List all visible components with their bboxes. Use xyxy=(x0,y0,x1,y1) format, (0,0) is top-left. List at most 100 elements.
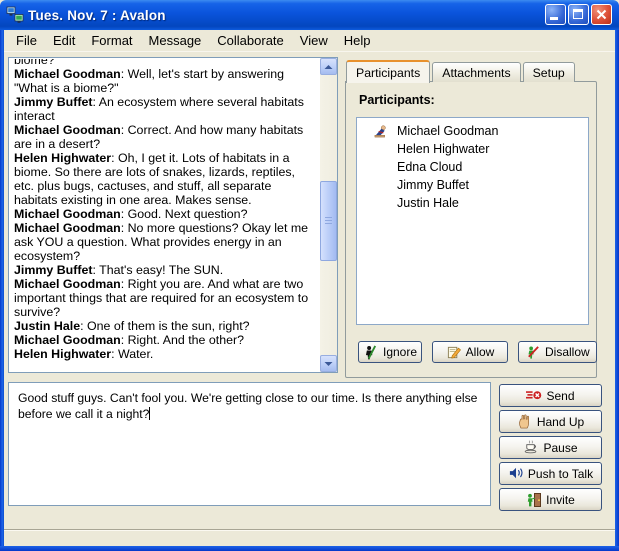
tab[interactable]: Attachments xyxy=(432,62,520,82)
moderation-buttons: Ignore Allow Disallow xyxy=(358,341,597,363)
action-button[interactable]: Send xyxy=(499,384,602,407)
message-author: Michael Goodman xyxy=(14,333,121,347)
moderation-button[interactable]: Disallow xyxy=(518,341,597,363)
message-author: Justin Hale xyxy=(14,319,80,333)
participants-heading: Participants: xyxy=(359,93,435,107)
menu-item[interactable]: Edit xyxy=(45,31,83,50)
window-title: Tues. Nov. 7 : Avalon xyxy=(28,8,166,23)
message-separator: : xyxy=(111,347,118,361)
action-button[interactable]: Push to Talk xyxy=(499,462,602,485)
invite-icon xyxy=(526,492,542,507)
chat-message: Michael Goodman: Right. And the other? xyxy=(14,333,312,347)
scroll-down-icon xyxy=(324,361,333,367)
menu-bar: File Edit Format Message Collaborate Vie… xyxy=(4,30,615,52)
participant-icon-cell xyxy=(373,141,397,157)
tab[interactable]: Setup xyxy=(523,62,575,82)
window-frame-right xyxy=(615,30,619,551)
button-label: Disallow xyxy=(545,345,590,359)
participant-name: Jimmy Buffet xyxy=(397,178,469,192)
participant-row[interactable]: Edna Cloud xyxy=(357,158,588,176)
scroll-down-button[interactable] xyxy=(320,355,337,372)
titlebar[interactable]: Tues. Nov. 7 : Avalon xyxy=(0,0,619,30)
chat-message: Michael Goodman: No more questions? Okay… xyxy=(14,221,312,263)
chat-message: Michael Goodman: Well, let's start by an… xyxy=(14,67,312,95)
message-separator: : xyxy=(111,151,118,165)
tab[interactable]: Participants xyxy=(346,60,430,83)
menu-item[interactable]: Format xyxy=(83,31,140,50)
message-author: Michael Goodman xyxy=(14,123,121,137)
chat-message: Michael Goodman: Right you are. And what… xyxy=(14,277,312,319)
message-separator: : xyxy=(121,207,128,221)
moderation-button[interactable]: Ignore xyxy=(358,341,422,363)
chat-message: Helen Highwater: Oh, I get it. Lots of h… xyxy=(14,151,312,207)
message-text: Right. And the other? xyxy=(128,333,244,347)
participant-row[interactable]: Michael Goodman xyxy=(357,122,588,140)
chat-message: Michael Goodman: Correct. And how many h… xyxy=(14,123,312,151)
menu-item[interactable]: Message xyxy=(141,31,210,50)
chat-message: Jimmy Buffet: That's easy! The SUN. xyxy=(14,263,312,277)
participant-row[interactable]: Jimmy Buffet xyxy=(357,176,588,194)
action-button[interactable]: Pause xyxy=(499,436,602,459)
allow-icon xyxy=(446,345,462,360)
participant-name: Edna Cloud xyxy=(397,160,462,174)
menu-item[interactable]: Collaborate xyxy=(209,31,292,50)
button-label: Allow xyxy=(466,345,495,359)
message-text: Good. Next question? xyxy=(128,207,248,221)
action-button[interactable]: Invite xyxy=(499,488,602,511)
scroll-up-button[interactable] xyxy=(320,58,337,75)
button-label: Hand Up xyxy=(537,415,584,429)
message-author: Jimmy Buffet xyxy=(14,263,93,277)
participant-icon-cell xyxy=(373,195,397,211)
message-input-text: Good stuff guys. Can't fool you. We're g… xyxy=(18,391,477,421)
chat-message: Jimmy Buffet: An ecosystem where several… xyxy=(14,95,312,123)
message-input[interactable]: Good stuff guys. Can't fool you. We're g… xyxy=(8,382,491,506)
minimize-icon xyxy=(550,17,558,20)
participant-row[interactable]: Helen Highwater xyxy=(357,140,588,158)
participant-row[interactable]: Justin Hale xyxy=(357,194,588,212)
scroll-up-icon xyxy=(324,64,333,70)
message-author: Michael Goodman xyxy=(14,67,121,81)
maximize-button[interactable] xyxy=(568,4,589,25)
minimize-button[interactable] xyxy=(545,4,566,25)
message-author: Michael Goodman xyxy=(14,207,121,221)
button-label: Pause xyxy=(543,441,577,455)
participant-name: Helen Highwater xyxy=(397,142,489,156)
participants-list[interactable]: Michael Goodman Helen Highwater Edna Clo… xyxy=(356,117,589,325)
message-author: Jimmy Buffet xyxy=(14,95,93,109)
menu-item[interactable]: File xyxy=(8,31,45,50)
participant-icon-cell xyxy=(373,159,397,175)
button-label: Ignore xyxy=(383,345,417,359)
message-text: Water. xyxy=(118,347,153,361)
message-text: One of them is the sun, right? xyxy=(87,319,250,333)
pause-icon xyxy=(523,440,539,455)
scrollbar[interactable] xyxy=(320,58,337,372)
chat-message: Michael Goodman: Good. Next question? xyxy=(14,207,312,221)
message-text: That's easy! The SUN. xyxy=(99,263,223,277)
message-separator: : xyxy=(121,67,128,81)
action-button[interactable]: Hand Up xyxy=(499,410,602,433)
talk-icon xyxy=(508,466,524,481)
window-frame-left xyxy=(0,30,4,551)
text-caret xyxy=(149,407,150,420)
send-icon xyxy=(526,388,542,403)
menu-item[interactable]: Help xyxy=(336,31,379,50)
chat-transcript: biome? Michael Goodman: Well, let's star… xyxy=(8,57,338,373)
participant-icon-cell xyxy=(373,177,397,193)
participant-name: Michael Goodman xyxy=(397,124,498,138)
chat-transcript-text: biome? Michael Goodman: Well, let's star… xyxy=(14,59,312,370)
app-icon xyxy=(6,6,24,24)
message-separator: : xyxy=(121,221,128,235)
message-separator: : xyxy=(121,277,128,291)
participants-panel: Participants: Michael Goodman Helen High… xyxy=(345,81,597,378)
menu-item[interactable]: View xyxy=(292,31,336,50)
scroll-thumb[interactable] xyxy=(320,181,337,261)
tab-strip: Participants Attachments Setup xyxy=(346,60,575,82)
ignore-icon xyxy=(363,345,379,360)
participant-name: Justin Hale xyxy=(397,196,459,210)
action-buttons: Send Hand Up Pause Push to Talk xyxy=(499,384,602,514)
message-separator: : xyxy=(121,123,128,137)
moderation-button[interactable]: Allow xyxy=(432,341,508,363)
button-label: Send xyxy=(546,389,574,403)
close-button[interactable] xyxy=(591,4,612,25)
message-separator: : xyxy=(121,333,128,347)
